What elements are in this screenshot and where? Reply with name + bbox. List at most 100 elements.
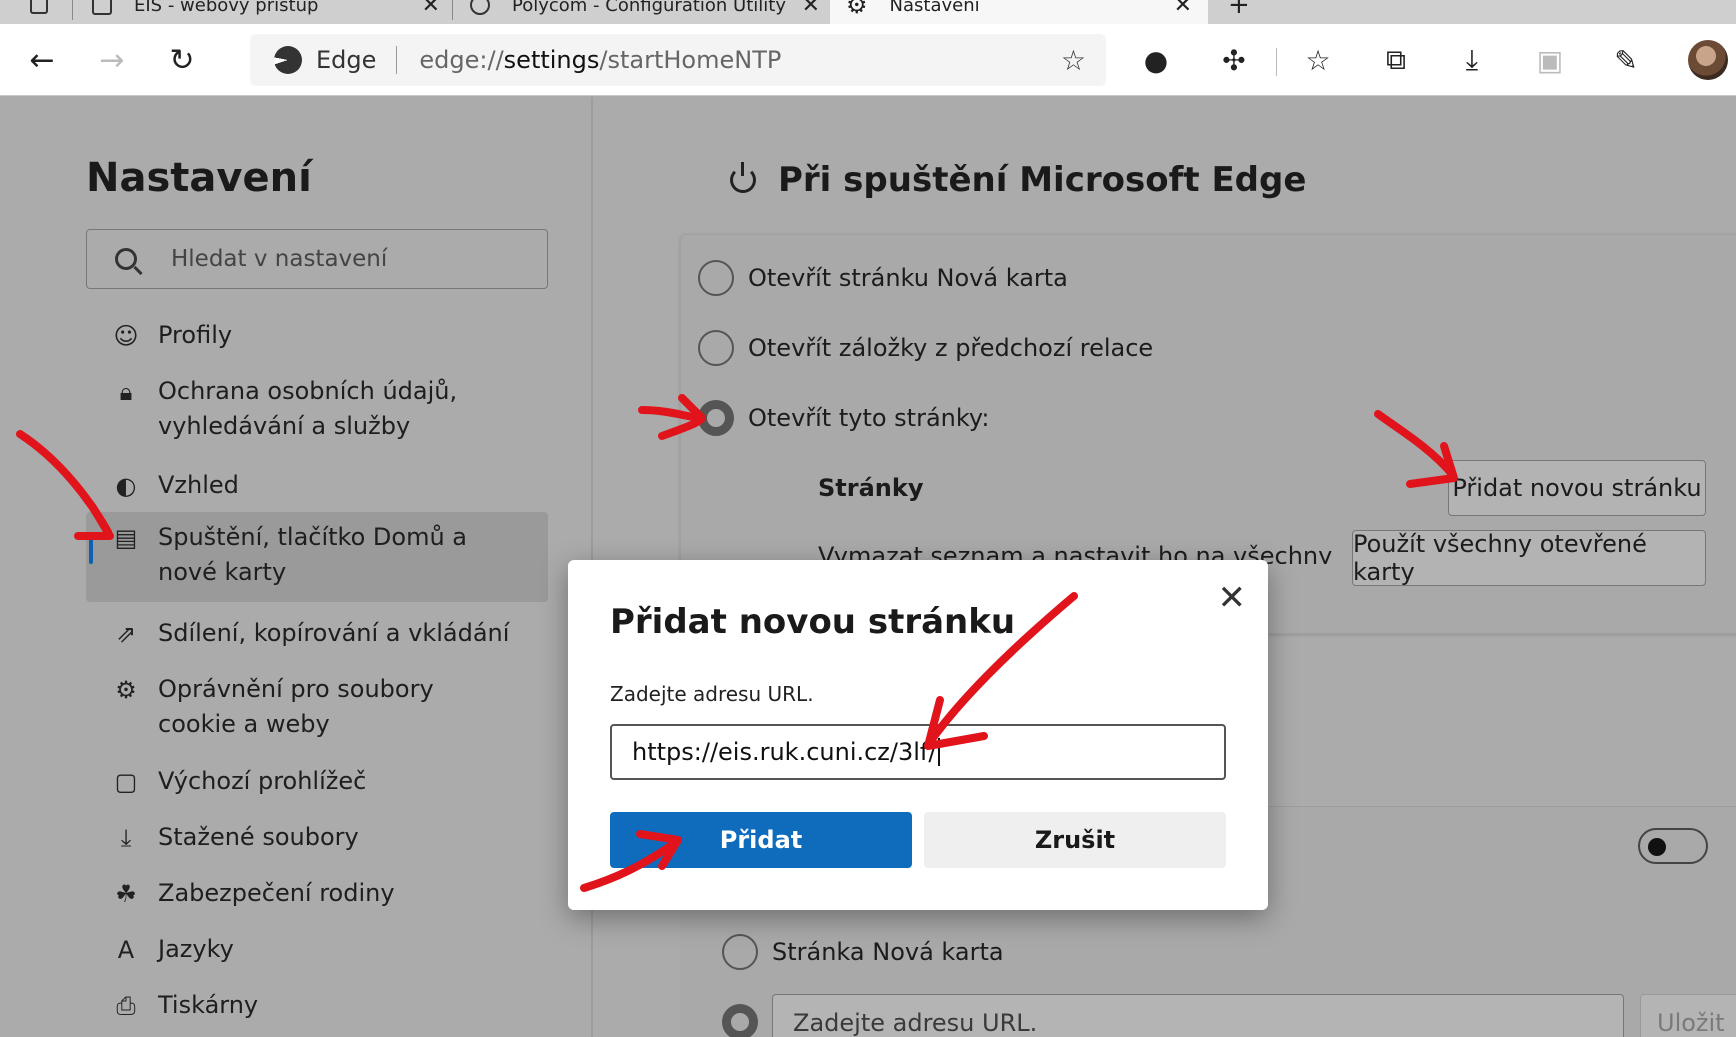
close-tab-icon[interactable]: ✕ [422,0,440,18]
favorites-icon[interactable]: ☆ [1296,38,1340,82]
sidebar-item-label: Sdílení, kopírování a vkládání [158,619,510,647]
search-placeholder: Hledat v nastavení [171,246,388,272]
sidebar-item-languages[interactable]: A Jazyky [86,932,548,967]
option-home-new-tab[interactable]: Stránka Nová karta [722,934,1004,970]
start-icon: ▤ [114,524,138,552]
radio-button-checked[interactable] [722,1004,758,1037]
omnibox-separator [396,46,398,74]
sidebar-item-label: Výchozí prohlížeč [158,767,367,795]
extension-circles-icon[interactable]: ● [1134,38,1178,82]
close-tab-icon[interactable]: ✕ [802,0,820,18]
sidebar-item-cookies[interactable]: ⚙ Oprávnění pro soubory cookie a weby [86,672,548,742]
edge-label: Edge [316,46,377,74]
address-bar[interactable]: Edge edge://settings/startHomeNTP ☆ [250,34,1106,86]
pages-label: Stránky [818,474,924,502]
save-button[interactable]: Uložit [1640,994,1736,1037]
sidebar-item-label: Tiskárny [158,991,259,1019]
download-icon[interactable]: ⤓ [1450,38,1494,82]
sidebar-item-startup[interactable]: ▤ Spuštění, tlačítko Domů a nové karty [86,512,548,602]
tab-settings[interactable]: ⚙ Nastavení ✕ [830,0,1208,24]
sidebar-item-default-browser[interactable]: ▢ Výchozí prohlížeč [86,764,548,799]
ie-icon [470,0,490,15]
toolbar-separator [1276,48,1277,76]
edge-logo-icon [274,46,302,74]
tab-separator [72,0,73,20]
url-input-value: https://eis.ruk.cuni.cz/3lf/ [632,738,937,766]
use-all-tabs-button[interactable]: Použít všechny otevřené karty [1352,530,1706,586]
tab-title: Polycom - Configuration Utility [512,0,786,16]
sidebar-item-profiles[interactable]: ☺ Profily [86,318,548,353]
add-favorite-icon[interactable]: ☆ [1061,44,1086,77]
sidebar-item-label: Vzhled [158,471,239,499]
extensions-icon[interactable]: ✣ [1212,38,1256,82]
back-icon[interactable]: ← [20,38,64,82]
close-tab-icon[interactable]: ✕ [1174,0,1192,18]
option-new-tab[interactable]: Otevřít stránku Nová karta [698,260,1068,296]
add-button[interactable]: Přidat [610,812,912,868]
sidebar-item-appearance[interactable]: ◐ Vzhled [86,468,548,503]
tab-eis[interactable]: EIS - webový přístup ✕ [92,0,440,24]
cookie-settings-icon: ⚙ [115,676,137,704]
sidebar-item-privacy[interactable]: 🔒︎ Ochrana osobních údajů, vyhledávání a… [86,374,548,444]
feedback-icon[interactable]: ✎ [1604,38,1648,82]
option-label: Otevřít tyto stránky: [748,404,990,432]
url-field-label: Zadejte adresu URL. [610,682,814,706]
profile-icon: ☺ [113,322,139,350]
radio-button[interactable] [698,260,734,296]
page-title: Při spuštění Microsoft Edge [730,160,1306,200]
option-label: Otevřít stránku Nová karta [748,264,1068,292]
language-icon: A [117,936,135,964]
save-button-label: Uložit [1657,1009,1725,1037]
tab-actions-icon[interactable] [30,0,50,24]
sidebar-item-downloads[interactable]: ⤓ Stažené soubory [86,820,548,855]
toggle-knob [1648,838,1666,856]
home-url-field[interactable]: Zadejte adresu URL. [772,994,1624,1037]
close-icon[interactable]: ✕ [1218,578,1247,618]
add-page-dialog: ✕ Přidat novou stránku Zadejte adresu UR… [568,560,1268,910]
text-caret [938,738,941,766]
download-icon: ⤓ [120,824,132,852]
dialog-title: Přidat novou stránku [610,602,1016,642]
search-input[interactable]: Hledat v nastavení [86,229,548,289]
tab-title: Nastavení [889,0,980,16]
share-icon: ⇗ [115,620,137,648]
option-label: Otevřít záložky z předchozí relace [748,334,1154,362]
collections-icon[interactable]: ⧉ [1374,38,1418,82]
new-tab-icon[interactable]: + [1228,0,1250,24]
app-icon[interactable]: ▣ [1528,38,1572,82]
sidebar-item-label: Jazyky [158,935,234,963]
forward-icon[interactable]: → [90,38,134,82]
default-browser-icon: ▢ [114,768,138,796]
home-button-toggle[interactable] [1638,828,1708,864]
search-icon [115,248,137,270]
option-previous-session[interactable]: Otevřít záložky z předchozí relace [698,330,1153,366]
avatar[interactable] [1688,40,1728,80]
home-url-placeholder: Zadejte adresu URL. [793,1009,1038,1037]
radio-button[interactable] [698,330,734,366]
radio-button[interactable] [722,934,758,970]
sidebar-item-printers[interactable]: ⎙ Tiskárny [86,988,548,1023]
refresh-icon[interactable]: ↻ [160,38,204,82]
selected-indicator [89,534,93,564]
sidebar-item-family[interactable]: ☘ Zabezpečení rodiny [86,876,548,911]
add-page-button[interactable]: Přidat novou stránku [1448,460,1706,516]
sidebar-item-sharing[interactable]: ⇗ Sdílení, kopírování a vkládání [86,616,548,651]
radio-button-checked[interactable] [698,400,734,436]
sidebar-title: Nastavení [86,155,312,201]
gear-icon: ⚙ [846,0,868,19]
sidebar-item-label: Ochrana osobních údajů, vyhledávání a sl… [158,377,458,440]
tab-polycom[interactable]: Polycom - Configuration Utility ✕ [470,0,820,24]
option-open-pages[interactable]: Otevřít tyto stránky: [698,400,989,436]
sidebar-item-label: Oprávnění pro soubory cookie a weby [158,675,434,738]
family-icon: ☘ [115,880,137,908]
power-icon [730,162,756,193]
cancel-button[interactable]: Zrušit [924,812,1226,868]
sidebar-item-label: Zabezpečení rodiny [158,879,395,907]
url-text[interactable]: edge://settings/startHomeNTP [419,46,781,74]
toolbar: ← → ↻ Edge edge://settings/startHomeNTP … [0,24,1736,96]
palette-icon: ◐ [115,472,137,500]
sidebar-item-label: Profily [158,321,233,349]
sidebar-item-label: Spuštění, tlačítko Domů a nové karty [158,523,467,586]
tab-title: EIS - webový přístup [134,0,319,16]
url-input[interactable]: https://eis.ruk.cuni.cz/3lf/ [610,724,1226,780]
